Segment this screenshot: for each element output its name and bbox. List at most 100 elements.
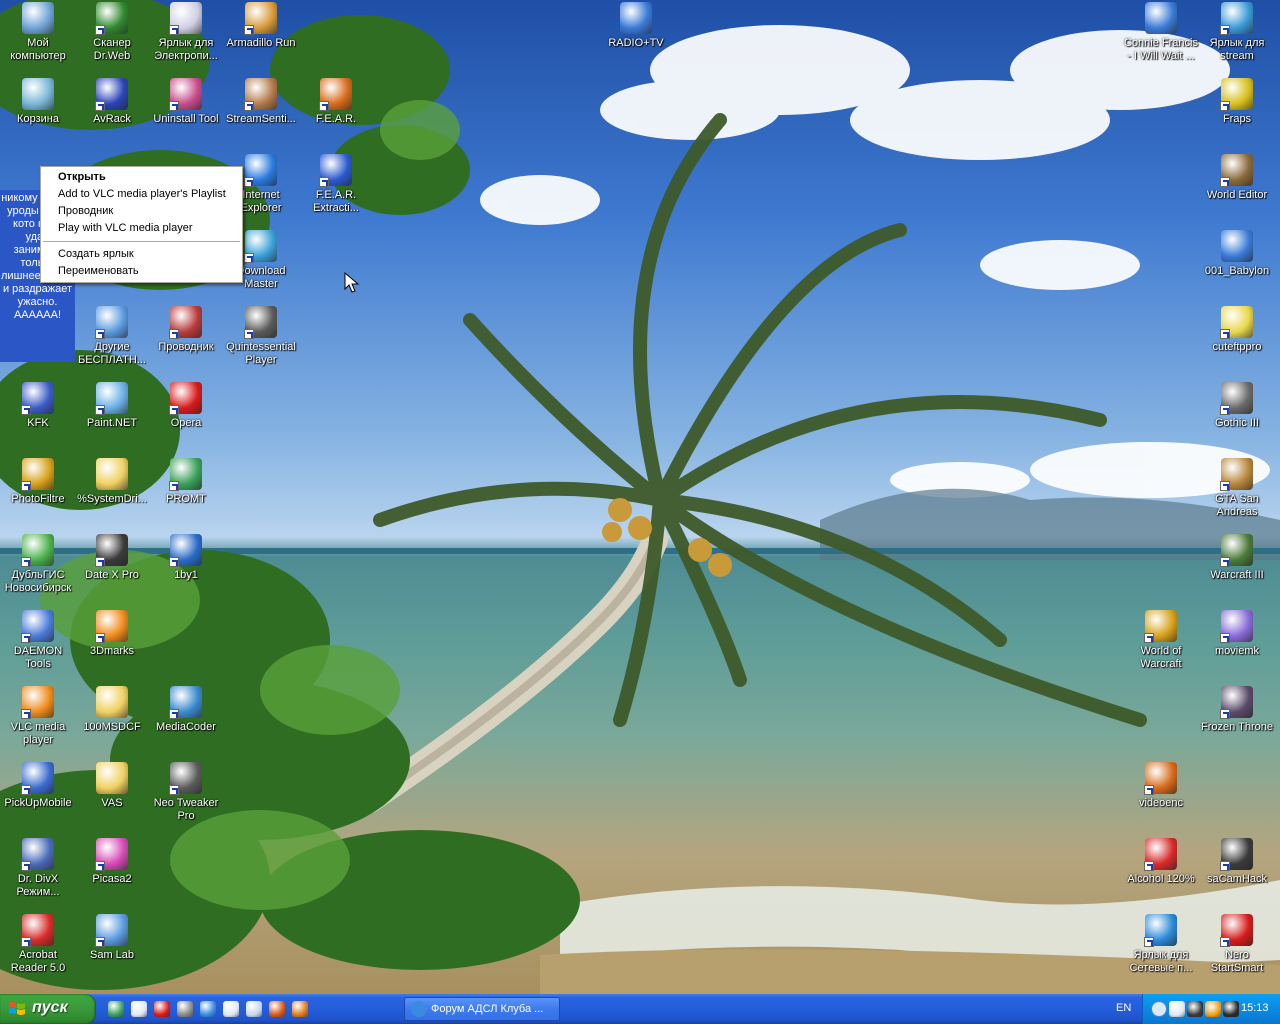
desktop-icon-label: F.E.A.R. bbox=[315, 113, 357, 125]
display-tray-icon[interactable] bbox=[1169, 1001, 1185, 1017]
desktop-icon-systemdrive[interactable]: %SystemDri... bbox=[74, 458, 150, 506]
desktop-icon-cuteftppro[interactable]: cuteftppro bbox=[1199, 306, 1275, 354]
desktop-icon-paint-net[interactable]: Paint.NET bbox=[74, 382, 150, 430]
media-small-icon[interactable] bbox=[223, 1001, 239, 1017]
menu-item[interactable]: Переименовать bbox=[41, 263, 242, 280]
desktop-icon-100msdcf[interactable]: 100MSDCF bbox=[74, 686, 150, 734]
desktop-icon-sacamhack[interactable]: saCamHack bbox=[1199, 838, 1275, 886]
menu-item[interactable]: Play with VLC media player bbox=[41, 220, 242, 237]
desktop-icon-neo-tweaker[interactable]: Neo Tweaker Pro bbox=[148, 762, 224, 823]
desktop-icon-pickupmobile[interactable]: PickUpMobile bbox=[0, 762, 76, 810]
desktop-icon-electronic-shortcut[interactable]: Ярлык для Электропи... bbox=[148, 2, 224, 63]
clock[interactable]: 15:13 bbox=[1241, 1002, 1269, 1014]
desktop-icon-label: Neo Tweaker Pro bbox=[153, 797, 219, 822]
shortcut-arrow-icon bbox=[21, 785, 31, 795]
desktop-icon-gothic3[interactable]: Gothic III bbox=[1199, 382, 1275, 430]
bug-tray-icon[interactable] bbox=[1223, 1001, 1239, 1017]
desktop-icon-fear[interactable]: F.E.A.R. bbox=[298, 78, 374, 126]
desktop-icon-label: RADIO+TV bbox=[608, 37, 664, 49]
desktop-icon-avrack[interactable]: AvRack bbox=[74, 78, 150, 126]
desktop-icon-quintessential[interactable]: Quintessential Player bbox=[223, 306, 299, 367]
sun-tray-icon[interactable] bbox=[1205, 1001, 1221, 1017]
desktop-icon-stream-shortcut[interactable]: Ярлык для stream bbox=[1199, 2, 1275, 63]
menu-item[interactable]: Создать ярлык bbox=[41, 246, 242, 263]
fire-small-icon[interactable] bbox=[269, 1001, 285, 1017]
menu-item[interactable]: Открыть bbox=[41, 169, 242, 186]
speaker-tray-icon[interactable] bbox=[1187, 1001, 1203, 1017]
desktop-icon-fraps[interactable]: Fraps bbox=[1199, 78, 1275, 126]
columns-icon[interactable] bbox=[131, 1001, 147, 1017]
desktop-icon-promt[interactable]: PROMT bbox=[148, 458, 224, 506]
eye-icon bbox=[319, 78, 352, 111]
desktop-icon-sam-lab[interactable]: Sam Lab bbox=[74, 914, 150, 962]
desktop-icon-recycle-bin[interactable]: Корзина bbox=[0, 78, 76, 126]
shortcut-arrow-icon bbox=[21, 709, 31, 719]
network-icon[interactable] bbox=[108, 1001, 124, 1017]
desktop-icon-warcraft3[interactable]: Warcraft III bbox=[1199, 534, 1275, 582]
menu-item[interactable]: Add to VLC media player's Playlist bbox=[41, 186, 242, 203]
eye-icon bbox=[319, 154, 352, 187]
language-indicator[interactable]: EN bbox=[1116, 1002, 1131, 1014]
disc-small-icon[interactable] bbox=[177, 1001, 193, 1017]
shortcut-arrow-icon bbox=[319, 101, 329, 111]
desktop-icon-label: videoenc bbox=[1138, 797, 1184, 809]
picasa-icon bbox=[95, 838, 128, 871]
desktop-icon-world-editor[interactable]: World Editor bbox=[1199, 154, 1275, 202]
taskbar-window-button[interactable]: Форум АДСЛ Клуба ... bbox=[404, 997, 560, 1021]
menu-item[interactable]: Проводник bbox=[41, 203, 242, 220]
desktop-icon-uninstall-tool[interactable]: Uninstall Tool bbox=[148, 78, 224, 126]
desktop-icon-explorer[interactable]: Проводник bbox=[148, 306, 224, 354]
desktop-icon-streamsentinel[interactable]: StreamSenti... bbox=[223, 78, 299, 126]
desktop-icon-label: AvRack bbox=[93, 113, 131, 125]
start-button[interactable]: пуск bbox=[0, 994, 96, 1024]
desktop-icon-3dmarks[interactable]: 3Dmarks bbox=[74, 610, 150, 658]
desktop-icon-label: Connie Francis - I Will Wait ... bbox=[1124, 37, 1198, 62]
tray-expand-chevron-icon[interactable] bbox=[1151, 1001, 1167, 1017]
desktop-icon-connie-francis[interactable]: Connie Francis - I Will Wait ... bbox=[1123, 2, 1199, 63]
desktop-icon-photofiltre[interactable]: PhotoFiltre bbox=[0, 458, 76, 506]
desktop-icon-network-shortcut[interactable]: Ярлык для Сетевые п... bbox=[1123, 914, 1199, 975]
desktop-icon-radio-tv[interactable]: RADIO+TV bbox=[598, 2, 674, 50]
desktop-icon-nero[interactable]: Nero StartSmart bbox=[1199, 914, 1275, 975]
desktop-icon-drweb[interactable]: Сканер Dr.Web bbox=[74, 2, 150, 63]
desktop-icon-moviemk[interactable]: moviemk bbox=[1199, 610, 1275, 658]
desktop-icon-my-computer[interactable]: Мой компьютер bbox=[0, 2, 76, 63]
desktop-icon-mediacoder[interactable]: MediaCoder bbox=[148, 686, 224, 734]
desktop-icon-videoenc[interactable]: videoenc bbox=[1123, 762, 1199, 810]
desktop-icon-opera[interactable]: Opera bbox=[148, 382, 224, 430]
desktop-icon-babylon[interactable]: 001_Babylon bbox=[1199, 230, 1275, 278]
desktop-icon-frozen-throne[interactable]: Frozen Throne bbox=[1199, 686, 1275, 734]
desktop-icon-label: StreamSenti... bbox=[226, 113, 296, 125]
desktop-icon-label: Sam Lab bbox=[89, 949, 135, 961]
desktop-icon-vas[interactable]: VAS bbox=[74, 762, 150, 810]
firefox-small-icon[interactable] bbox=[292, 1001, 308, 1017]
desktop-icon-alcohol[interactable]: Alcohol 120% bbox=[1123, 838, 1199, 886]
desktop-icon-label: %SystemDri... bbox=[77, 493, 147, 505]
desktop-icon-label: Quintessential Player bbox=[226, 341, 296, 366]
desktop-icon-wow[interactable]: World of Warcraft bbox=[1123, 610, 1199, 671]
shortcut-arrow-icon bbox=[1144, 937, 1154, 947]
desktop-icon-acrobat[interactable]: Acrobat Reader 5.0 bbox=[0, 914, 76, 975]
media-file-icon bbox=[1221, 230, 1253, 262]
desktop-icon-armadillo-run[interactable]: Armadillo Run bbox=[223, 2, 299, 50]
desktop-icon-1by1[interactable]: 1by1 bbox=[148, 534, 224, 582]
windows-logo-icon bbox=[9, 1002, 25, 1015]
shortcut-arrow-icon bbox=[1144, 785, 1154, 795]
desktop-icon-fear-extraction[interactable]: F.E.A.R. Extracti... bbox=[298, 154, 374, 215]
desktop-icon-dr-divx[interactable]: Dr. DivX Режим... bbox=[0, 838, 76, 899]
desktop-icon-kfk[interactable]: KFK bbox=[0, 382, 76, 430]
desktop-icon-label: Acrobat Reader 5.0 bbox=[10, 949, 66, 974]
desktop-icon-gta-sa[interactable]: GTA San Andreas bbox=[1199, 458, 1275, 519]
desktop-icon-daemon-tools[interactable]: DAEMON Tools bbox=[0, 610, 76, 671]
shortcut-arrow-icon bbox=[1220, 937, 1230, 947]
desktop-icon-picasa2[interactable]: Picasa2 bbox=[74, 838, 150, 886]
desktop-icon-dublgis[interactable]: ДубльГИС Новосибирск bbox=[0, 534, 76, 595]
desktop-icon-label: MediaCoder bbox=[156, 721, 216, 733]
opera-small-icon[interactable] bbox=[154, 1001, 170, 1017]
shortcut-arrow-icon bbox=[169, 557, 179, 567]
ie-small-icon[interactable] bbox=[200, 1001, 216, 1017]
desktop-icon-other-free[interactable]: Другие БЕСПЛАТН... bbox=[74, 306, 150, 367]
window-small-icon[interactable] bbox=[246, 1001, 262, 1017]
desktop-icon-vlc[interactable]: VLC media player bbox=[0, 686, 76, 747]
desktop-icon-date-x-pro[interactable]: Date X Pro bbox=[74, 534, 150, 582]
